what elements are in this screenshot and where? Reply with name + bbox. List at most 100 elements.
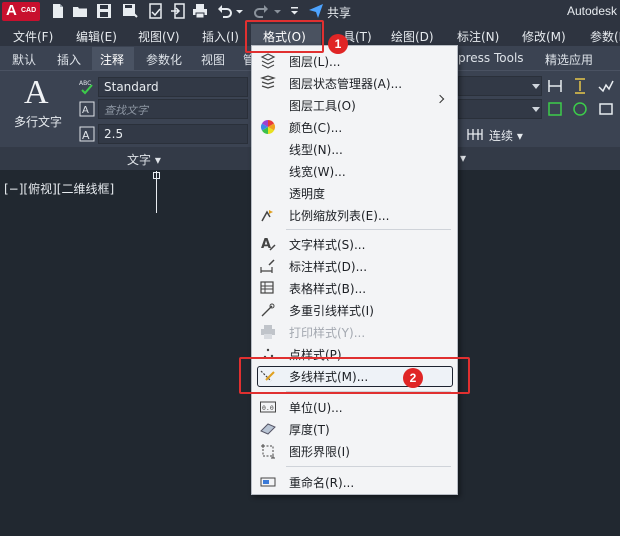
multiline-text-glyph[interactable]: A [24, 74, 49, 112]
save-icon[interactable] [96, 3, 112, 19]
dim-style-icon [260, 259, 275, 273]
redo-icon[interactable] [253, 3, 269, 19]
dim-update-icon[interactable] [598, 78, 614, 94]
svg-text:0.0: 0.0 [262, 404, 274, 412]
menu-item-linetype[interactable]: 线型(N)... [252, 138, 457, 160]
menu-view[interactable]: 视图(V) [138, 28, 180, 45]
color-wheel-icon [261, 120, 275, 134]
highlight-box-format-menu [245, 20, 324, 53]
menu-modify[interactable]: 修改(M) [522, 28, 566, 45]
text-height-value: 2.5 [104, 127, 124, 141]
menu-item-units[interactable]: 0.0 单位(U)... [252, 396, 457, 418]
undo-dropdown-icon[interactable] [235, 3, 244, 19]
step-badge-1: 1 [328, 34, 348, 54]
redo-dropdown-icon[interactable] [273, 3, 282, 19]
units-icon: 0.0 [260, 401, 276, 413]
find-text-placeholder: 查找文字 [104, 104, 148, 117]
menu-item-lineweight[interactable]: 线宽(W)... [252, 160, 457, 182]
menu-item-layer[interactable]: 图层(L)... [252, 50, 457, 72]
menu-item-thickness[interactable]: 厚度(T) [252, 418, 457, 440]
menu-parametric[interactable]: 参数(P) [590, 28, 620, 45]
menu-separator [286, 229, 451, 230]
tab-featured-apps[interactable]: 精选应用 [545, 51, 593, 68]
print-icon[interactable] [192, 3, 208, 19]
share-send-icon[interactable] [308, 3, 324, 19]
layer-combo[interactable] [458, 99, 542, 119]
tab-annotate[interactable]: 注释 [92, 47, 134, 70]
crosshair-pickbox [153, 172, 160, 179]
undo-icon[interactable] [217, 3, 233, 19]
step-badge-2: 2 [403, 368, 423, 388]
dim-override-icon[interactable] [547, 101, 563, 117]
table-style-icon [260, 281, 274, 294]
menu-edit[interactable]: 编辑(E) [76, 28, 117, 45]
text-height-combo[interactable]: 2.5 [98, 124, 248, 144]
menu-item-rename[interactable]: 重命名(R)... [252, 471, 457, 493]
text-height-icon: A [79, 126, 95, 142]
menu-item-plot-style[interactable]: 打印样式(Y)... [252, 321, 457, 343]
dim-reassociate-icon[interactable] [572, 101, 588, 117]
text-panel-label[interactable]: 文字 ▾ [127, 151, 161, 168]
app-logo-letter: A [6, 2, 17, 19]
continue-dim-icon[interactable] [467, 126, 483, 142]
dim-style-combo[interactable] [458, 76, 542, 96]
linear-dim-icon[interactable] [547, 78, 563, 94]
open-folder-icon[interactable] [72, 3, 88, 19]
tab-insert[interactable]: 插入 [57, 51, 81, 68]
find-text-input[interactable]: 查找文字 [98, 99, 248, 119]
svg-text:A: A [82, 105, 89, 116]
new-file-icon[interactable] [50, 3, 66, 19]
tab-annotate-label: 注释 [100, 53, 125, 67]
tab-express-tools[interactable]: press Tools [458, 51, 524, 65]
menu-item-scale-list[interactable]: 比例缩放列表(E)... [252, 204, 457, 226]
menu-dimension[interactable]: 标注(N) [457, 28, 499, 45]
share-label[interactable]: 共享 [327, 4, 351, 21]
format-menu-dropdown: 图层(L)... 图层状态管理器(A)... 图层工具(O) 颜色(C)... … [251, 45, 458, 495]
svg-text:A: A [82, 129, 90, 142]
menu-item-color[interactable]: 颜色(C)... [252, 116, 457, 138]
menu-item-drawing-limits[interactable]: 图形界限(I) [252, 440, 457, 462]
annotation-panel-label[interactable]: ▾ [460, 151, 466, 165]
highlight-box-multiline-style [239, 357, 470, 394]
layer-icon [260, 53, 276, 69]
rename-icon [260, 477, 276, 487]
multiline-text-button[interactable]: 多行文字 [14, 113, 62, 130]
text-style-icon: A [261, 237, 276, 252]
chevron-down-icon [532, 84, 540, 89]
app-logo-text: CAD [21, 7, 37, 14]
tab-parametric[interactable]: 参数化 [146, 51, 182, 68]
publish-icon[interactable] [148, 3, 164, 19]
menu-item-layer-tools[interactable]: 图层工具(O) [252, 94, 457, 116]
chevron-down-icon [532, 107, 540, 112]
menu-item-mleader-style[interactable]: 多重引线样式(I) [252, 299, 457, 321]
dim-space-icon[interactable] [572, 78, 588, 94]
dim-break-icon[interactable] [598, 101, 614, 117]
svg-text:ABC: ABC [79, 80, 91, 87]
app-title: Autodesk [567, 4, 618, 18]
continue-dim-button[interactable]: 连续 ▾ [489, 127, 523, 144]
menu-item-text-style[interactable]: A 文字样式(S)... [252, 233, 457, 255]
plot-style-icon [261, 325, 275, 339]
menu-item-layer-state-manager[interactable]: 图层状态管理器(A)... [252, 72, 457, 94]
text-style-abc-icon: ABC [79, 80, 93, 95]
find-text-icon: A [79, 101, 95, 117]
menu-separator [286, 466, 451, 467]
menu-insert[interactable]: 插入(I) [202, 28, 239, 45]
limits-icon [261, 444, 275, 459]
text-style-combo[interactable]: Standard [98, 77, 248, 97]
scale-list-icon [261, 210, 273, 222]
menu-file[interactable]: 文件(F) [13, 28, 53, 45]
mleader-style-icon [261, 303, 275, 317]
app-logo[interactable]: A CAD [2, 2, 40, 21]
svg-text:A: A [261, 237, 271, 252]
viewport-controls[interactable]: [−][俯视][二维线框] [4, 180, 114, 197]
tab-view[interactable]: 视图 [201, 51, 225, 68]
save-as-icon[interactable] [122, 3, 138, 19]
tab-default[interactable]: 默认 [12, 51, 36, 68]
menu-draw[interactable]: 绘图(D) [391, 28, 434, 45]
menu-item-dim-style[interactable]: 标注样式(D)... [252, 255, 457, 277]
menu-item-transparency[interactable]: 透明度 [252, 182, 457, 204]
menu-item-table-style[interactable]: 表格样式(B)... [252, 277, 457, 299]
customize-dropdown-icon[interactable] [290, 3, 299, 19]
import-icon[interactable] [170, 3, 186, 19]
